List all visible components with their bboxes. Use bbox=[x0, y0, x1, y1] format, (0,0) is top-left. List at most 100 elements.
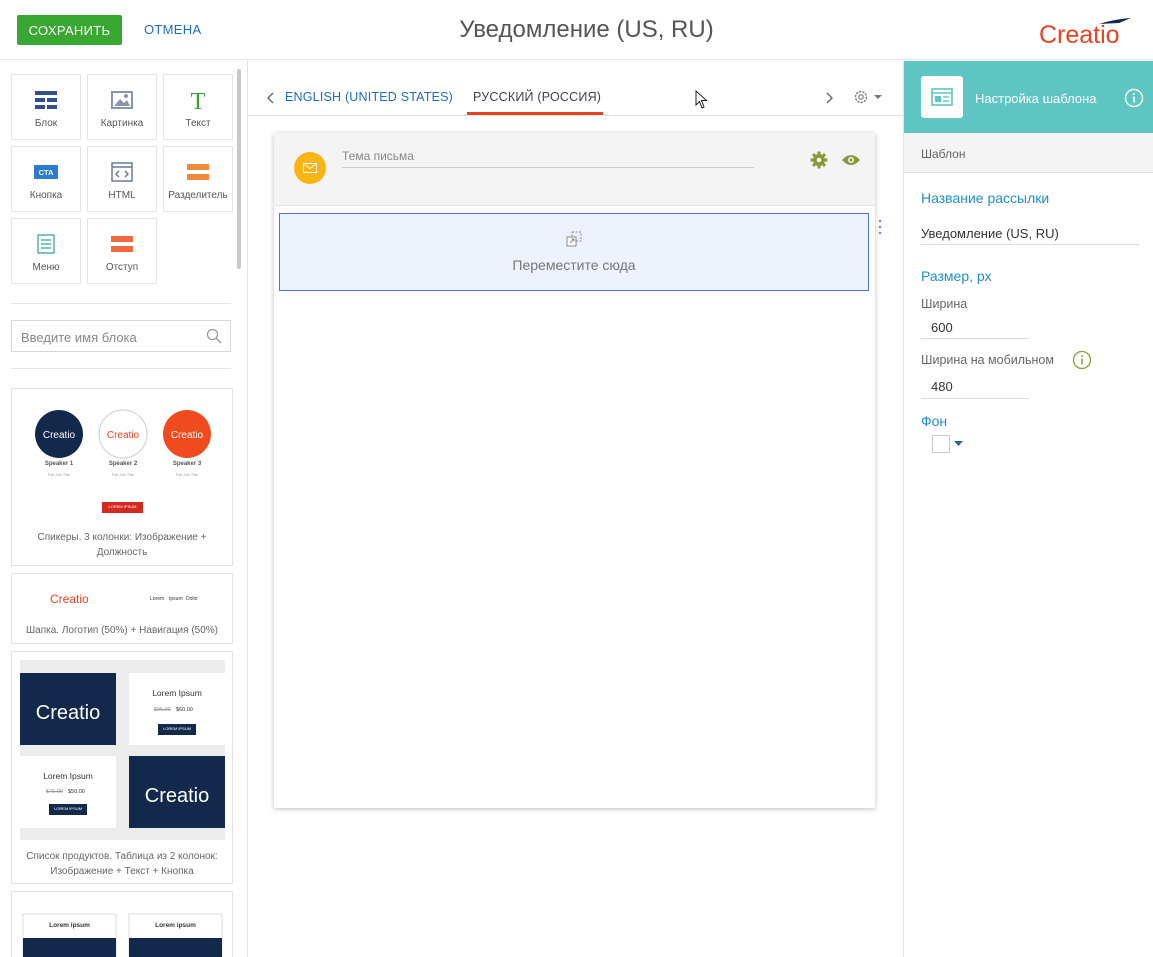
settings-gear-icon[interactable] bbox=[810, 151, 828, 169]
svg-text:Creatio: Creatio bbox=[107, 430, 140, 441]
chevron-left-icon[interactable] bbox=[266, 92, 274, 104]
info-icon[interactable] bbox=[1072, 350, 1092, 370]
email-preview: Тема письма Переместите сюда bbox=[274, 133, 882, 808]
template-product-list[interactable]: Creatio Creatio Lorem Ipsum $95.00 $60.0… bbox=[11, 651, 233, 884]
width-field[interactable]: 600 bbox=[931, 320, 953, 335]
settings-subheader: Шаблон bbox=[904, 133, 1153, 173]
active-tab-indicator bbox=[467, 112, 603, 115]
speaker-title: Full Job Title bbox=[47, 472, 71, 477]
tool-image[interactable]: Картинка bbox=[87, 74, 157, 140]
creatio-logo: Creatio bbox=[1039, 18, 1131, 46]
drag-handle-icon[interactable] bbox=[878, 219, 882, 235]
caret-down-icon[interactable] bbox=[954, 441, 963, 447]
speaker-title: Full Job Title bbox=[111, 472, 135, 477]
preview-logo: Creatio bbox=[50, 592, 89, 606]
product-title: Lorem ipsum bbox=[155, 922, 196, 929]
drop-zone[interactable]: Переместите сюда bbox=[279, 213, 869, 291]
tool-button[interactable]: CTA Кнопка bbox=[11, 146, 81, 212]
svg-text:T: T bbox=[191, 89, 206, 111]
tool-menu[interactable]: Меню bbox=[11, 218, 81, 284]
svg-text:CTA: CTA bbox=[39, 168, 54, 177]
tab-english[interactable]: ENGLISH (UNITED STATES) bbox=[285, 90, 453, 104]
size-section-label: Размер, px bbox=[921, 268, 992, 284]
page-title: Уведомление (US, RU) bbox=[459, 16, 714, 43]
search-icon[interactable] bbox=[206, 328, 222, 344]
left-panel-scrollbar[interactable] bbox=[237, 69, 241, 269]
html-icon bbox=[111, 162, 133, 182]
template-two-column[interactable]: Lorem ipsum Lorem ipsum bbox=[11, 891, 233, 957]
field-underline bbox=[921, 338, 1029, 339]
template-icon bbox=[921, 76, 963, 118]
tool-text[interactable]: T Текст bbox=[163, 74, 233, 140]
nav-item: Dolor bbox=[186, 596, 198, 602]
tool-spacer[interactable]: Отступ bbox=[87, 218, 157, 284]
preview-button-label: LOREM IPSUM bbox=[53, 806, 82, 811]
template-caption: Должность bbox=[96, 547, 148, 558]
eye-icon[interactable] bbox=[841, 153, 861, 167]
product-title: Lorem ipsum bbox=[49, 922, 90, 929]
template-caption: Спикеры. 3 колонки: Изображение + bbox=[37, 532, 207, 543]
mobile-width-label: Ширина на мобильном bbox=[921, 353, 1054, 367]
template-caption: Шапка. Логотип (50%) + Навигация (50%) bbox=[25, 625, 219, 636]
speaker-title: Full Job Title bbox=[175, 472, 199, 477]
chevron-right-icon[interactable] bbox=[826, 92, 834, 104]
content-blocks-panel: Блок Картинка T Текст CTA Кнопка HTML Ра… bbox=[0, 61, 248, 957]
top-toolbar: СОХРАНИТЬ ОТМЕНА Уведомление (US, RU) Cr… bbox=[0, 0, 1153, 60]
tool-label: Разделитель bbox=[168, 190, 228, 201]
template-speakers[interactable]: Creatio Creatio Creatio Speaker 1 Speake… bbox=[11, 388, 233, 566]
svg-text:Creatio: Creatio bbox=[43, 430, 76, 441]
old-price: $75.00 bbox=[46, 789, 63, 795]
menu-icon bbox=[37, 234, 55, 254]
info-icon[interactable] bbox=[1124, 88, 1144, 108]
template-settings-panel: Настройка шаблона Шаблон Название рассыл… bbox=[903, 61, 1153, 957]
gear-dropdown-icon[interactable] bbox=[852, 88, 884, 106]
preview-button-label: LOREM IPSUM bbox=[162, 726, 191, 731]
mobile-width-field[interactable]: 480 bbox=[931, 379, 953, 394]
background-color-swatch[interactable] bbox=[932, 435, 950, 453]
template-caption: Изображение + Текст + Кнопка bbox=[50, 866, 194, 877]
spacer-icon bbox=[111, 236, 133, 252]
tab-russian[interactable]: РУССКИЙ (РОССИЯ) bbox=[473, 90, 601, 104]
mail-icon bbox=[294, 152, 326, 184]
mailing-name-field[interactable]: Уведомление (US, RU) bbox=[921, 226, 1059, 241]
width-label: Ширина bbox=[921, 297, 968, 311]
tool-label: Кнопка bbox=[29, 190, 63, 201]
field-underline bbox=[921, 244, 1139, 245]
template-header[interactable]: Creatio Lorem Ipsum Dolor Шапка. Логотип… bbox=[11, 573, 233, 644]
tool-label: Меню bbox=[32, 262, 60, 273]
price: $60.00 bbox=[176, 707, 193, 713]
subject-underline bbox=[342, 167, 754, 168]
settings-title: Настройка шаблона bbox=[975, 91, 1097, 106]
mouse-cursor-icon bbox=[695, 90, 708, 109]
product-title: Lorem Ipsum bbox=[152, 688, 202, 698]
tool-label: Картинка bbox=[100, 118, 144, 129]
email-editor-canvas: ENGLISH (UNITED STATES) РУССКИЙ (РОССИЯ)… bbox=[248, 61, 903, 957]
speaker-name: Speaker 2 bbox=[108, 461, 138, 467]
tool-label: HTML bbox=[108, 190, 136, 201]
search-placeholder: Введите имя блока bbox=[21, 330, 137, 345]
panel-divider bbox=[11, 303, 231, 304]
product-title: Lorem Ipsum bbox=[43, 771, 93, 781]
preview-button-label: LOREM IPSUM bbox=[108, 504, 137, 509]
tool-html[interactable]: HTML bbox=[87, 146, 157, 212]
speaker-name: Speaker 1 bbox=[44, 461, 74, 467]
panel-divider bbox=[11, 368, 231, 369]
old-price: $95.00 bbox=[154, 707, 171, 713]
svg-text:Creatio: Creatio bbox=[145, 785, 209, 807]
settings-header: Настройка шаблона bbox=[904, 61, 1153, 133]
speaker-name: Speaker 3 bbox=[172, 461, 202, 467]
tool-block[interactable]: Блок bbox=[11, 74, 81, 140]
tool-label: Блок bbox=[34, 118, 58, 129]
svg-text:Creatio: Creatio bbox=[171, 430, 204, 441]
email-subject-input[interactable]: Тема письма bbox=[342, 149, 414, 163]
svg-text:Creatio: Creatio bbox=[1039, 21, 1120, 46]
block-search-input[interactable]: Введите имя блока bbox=[11, 320, 231, 352]
divider-icon bbox=[187, 164, 209, 180]
background-label: Фон bbox=[921, 413, 948, 429]
cta-icon: CTA bbox=[34, 165, 58, 179]
subheader-label: Шаблон bbox=[921, 147, 966, 161]
grid-icon bbox=[35, 91, 57, 109]
drop-zone-label: Переместите сюда bbox=[512, 257, 636, 273]
tool-divider[interactable]: Разделитель bbox=[163, 146, 233, 212]
nav-item: Lorem bbox=[150, 596, 165, 602]
